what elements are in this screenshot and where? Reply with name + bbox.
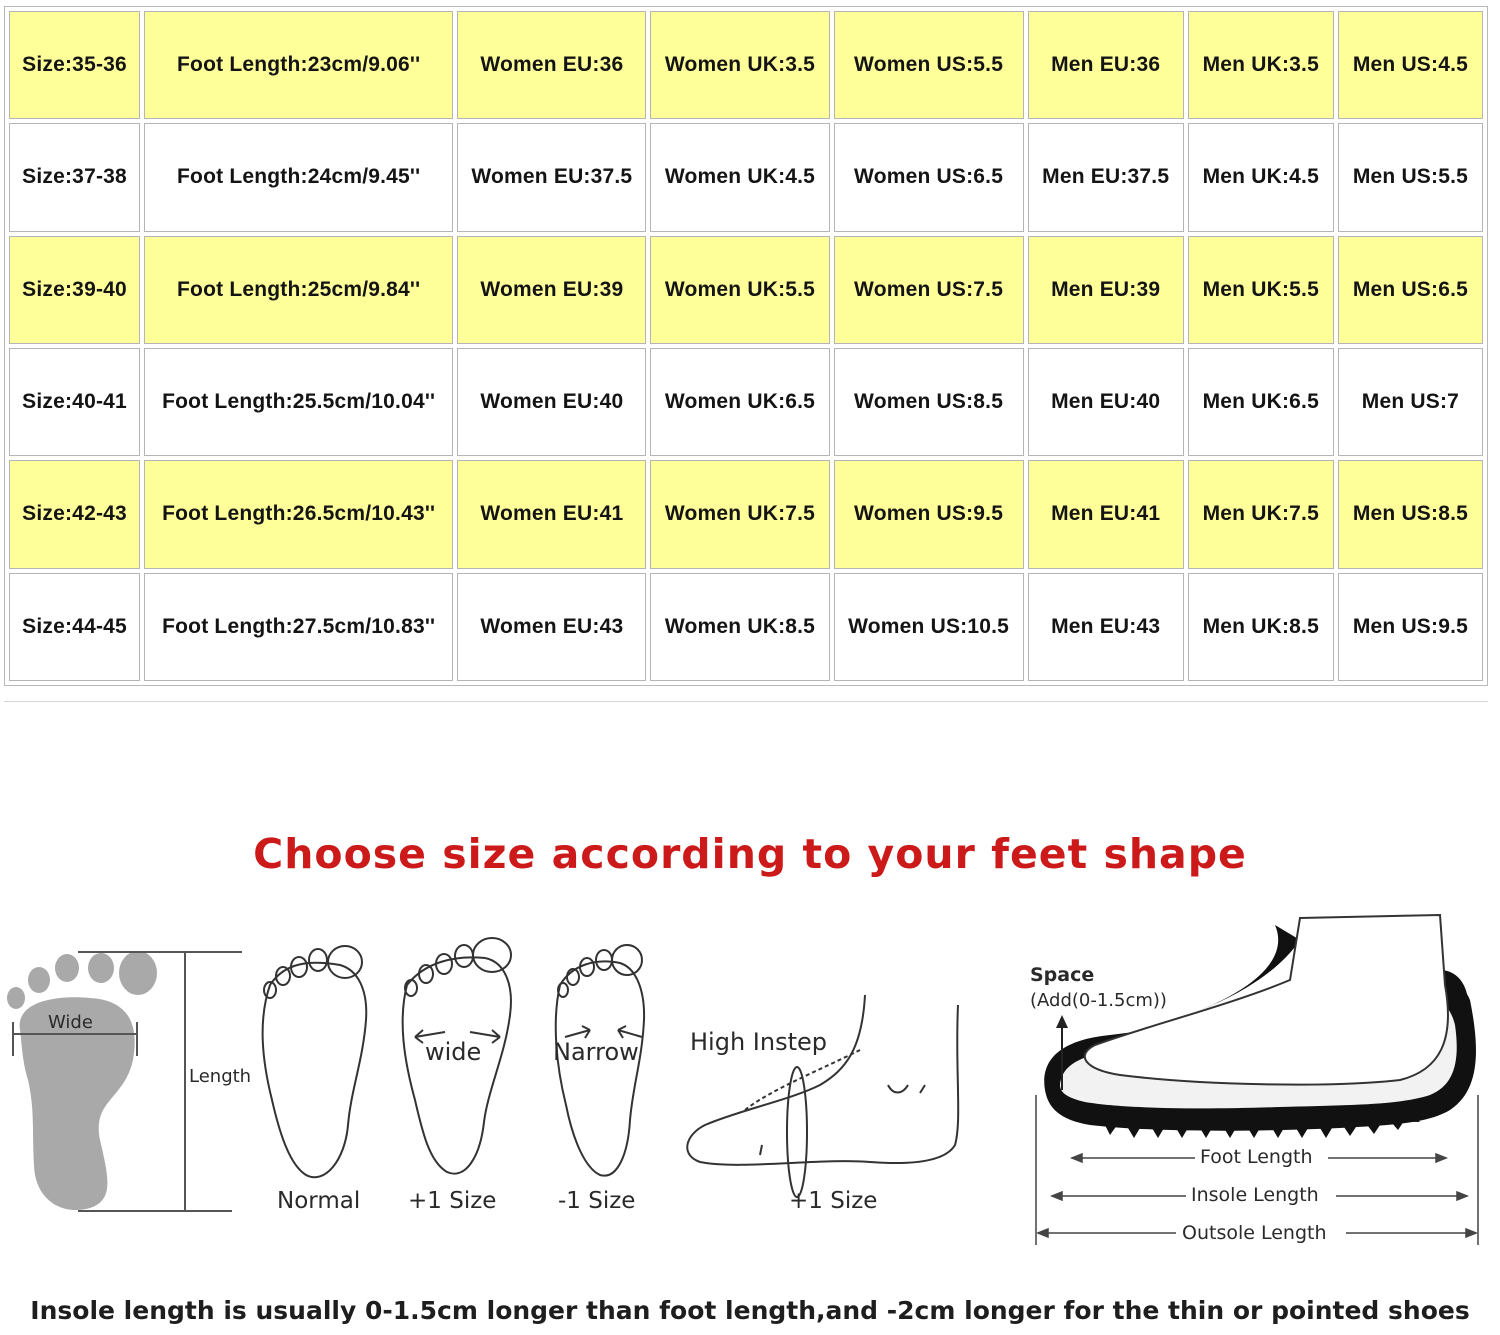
table-cell: Women UK:3.5 <box>650 11 830 120</box>
insole-length-label: Insole Length <box>1191 1184 1319 1206</box>
outline-feet <box>261 937 960 1198</box>
table-cell: Women EU:36 <box>457 11 647 120</box>
space-label: Space <box>1030 964 1095 986</box>
foot-length-label: Foot Length <box>1200 1146 1313 1168</box>
table-cell: Men UK:3.5 <box>1187 11 1334 120</box>
outsole-length-label: Outsole Length <box>1182 1222 1327 1244</box>
wide-foot-note: wide <box>425 1038 482 1066</box>
table-cell: Size:35-36 <box>9 11 141 120</box>
section-divider <box>4 701 1488 702</box>
table-cell: Foot Length:25.5cm/10.04'' <box>144 347 454 457</box>
table-cell: Size:39-40 <box>9 235 141 344</box>
table-cell: Men US:8.5 <box>1337 460 1483 569</box>
table-row: Size:35-36 Foot Length:23cm/9.06'' Women E… <box>9 11 1483 120</box>
table-row: Size:44-45 Foot Length:27.5cm/10.83'' Wome… <box>9 572 1483 681</box>
table-cell: Women US:6.5 <box>833 123 1024 232</box>
table-cell: Men US:7 <box>1337 347 1483 457</box>
table-cell: Size:40-41 <box>9 347 141 457</box>
table-cell: Foot Length:24cm/9.45'' <box>144 123 454 232</box>
insole-footnote: Insole length is usually 0-1.5cm longer … <box>30 1296 1470 1325</box>
table-cell: Women EU:40 <box>457 347 647 457</box>
table-cell: Men UK:8.5 <box>1187 572 1334 681</box>
table-cell: Size:42-43 <box>9 460 141 569</box>
table-cell: Men UK:6.5 <box>1187 347 1334 457</box>
table-cell: Women US:10.5 <box>833 572 1024 681</box>
table-cell: Foot Length:27.5cm/10.83'' <box>144 572 454 681</box>
table-cell: Men EU:43 <box>1027 572 1184 681</box>
length-label: Length <box>189 1066 252 1087</box>
table-cell: Men UK:5.5 <box>1187 235 1334 344</box>
normal-foot-icon <box>261 945 368 1178</box>
table-cell: Men EU:36 <box>1027 11 1184 120</box>
table-cell: Men EU:40 <box>1027 347 1184 457</box>
table-cell: Women EU:43 <box>457 572 647 681</box>
narrow-caption: -1 Size <box>558 1188 636 1214</box>
table-cell: Women US:7.5 <box>833 235 1024 344</box>
table-cell: Women US:9.5 <box>833 460 1024 569</box>
table-cell: Women EU:39 <box>457 235 647 344</box>
table-cell: Size:44-45 <box>9 572 141 681</box>
table-cell: Men EU:37.5 <box>1027 123 1184 232</box>
table-cell: Men EU:41 <box>1027 460 1184 569</box>
table-cell: Women UK:7.5 <box>650 460 830 569</box>
table-cell: Men UK:4.5 <box>1187 123 1334 232</box>
table-cell: Size:37-38 <box>9 123 141 232</box>
table-cell: Women UK:8.5 <box>650 572 830 681</box>
table-cell: Foot Length:25cm/9.84'' <box>144 235 454 344</box>
high-instep-note: High Instep <box>690 1028 827 1056</box>
footprint-measure-icon <box>7 951 157 1211</box>
table-cell: Women EU:41 <box>457 460 647 569</box>
table-cell: Foot Length:26.5cm/10.43'' <box>144 460 454 569</box>
wide-label: Wide <box>48 1012 93 1033</box>
normal-caption: Normal <box>277 1188 361 1214</box>
narrow-foot-note: Narrow <box>553 1038 639 1066</box>
table-cell: Men EU:39 <box>1027 235 1184 344</box>
wide-caption: +1 Size <box>408 1188 497 1214</box>
size-chart-body: Size:35-36 Foot Length:23cm/9.06'' Women E… <box>9 11 1483 681</box>
high-instep-foot-icon <box>686 994 960 1198</box>
table-cell: Men US:6.5 <box>1337 235 1483 344</box>
space-note: (Add(0-1.5cm)) <box>1030 990 1167 1011</box>
table-cell: Women EU:37.5 <box>457 123 647 232</box>
table-row: Size:39-40 Foot Length:25cm/9.84'' Women E… <box>9 235 1483 344</box>
table-cell: Women US:8.5 <box>833 347 1024 457</box>
table-cell: Men US:4.5 <box>1337 11 1483 120</box>
size-chart-table: Size:35-36 Foot Length:23cm/9.06'' Women E… <box>4 6 1488 686</box>
table-cell: Men UK:7.5 <box>1187 460 1334 569</box>
table-cell: Women US:5.5 <box>833 11 1024 120</box>
table-cell: Women UK:6.5 <box>650 347 830 457</box>
table-cell: Men US:9.5 <box>1337 572 1483 681</box>
table-row: Size:37-38 Foot Length:24cm/9.45'' Women E… <box>9 123 1483 232</box>
shoe-cross-section-icon <box>1044 913 1476 1138</box>
high-instep-caption: +1 Size <box>789 1188 878 1214</box>
guide-heading: Choose size according to your feet shape <box>253 830 1247 878</box>
table-row: Size:42-43 Foot Length:26.5cm/10.43'' Wome… <box>9 460 1483 569</box>
table-cell: Women UK:5.5 <box>650 235 830 344</box>
table-cell: Women UK:4.5 <box>650 123 830 232</box>
table-cell: Men US:5.5 <box>1337 123 1483 232</box>
table-row: Size:40-41 Foot Length:25.5cm/10.04'' Wome… <box>9 347 1483 457</box>
table-cell: Foot Length:23cm/9.06'' <box>144 11 454 120</box>
